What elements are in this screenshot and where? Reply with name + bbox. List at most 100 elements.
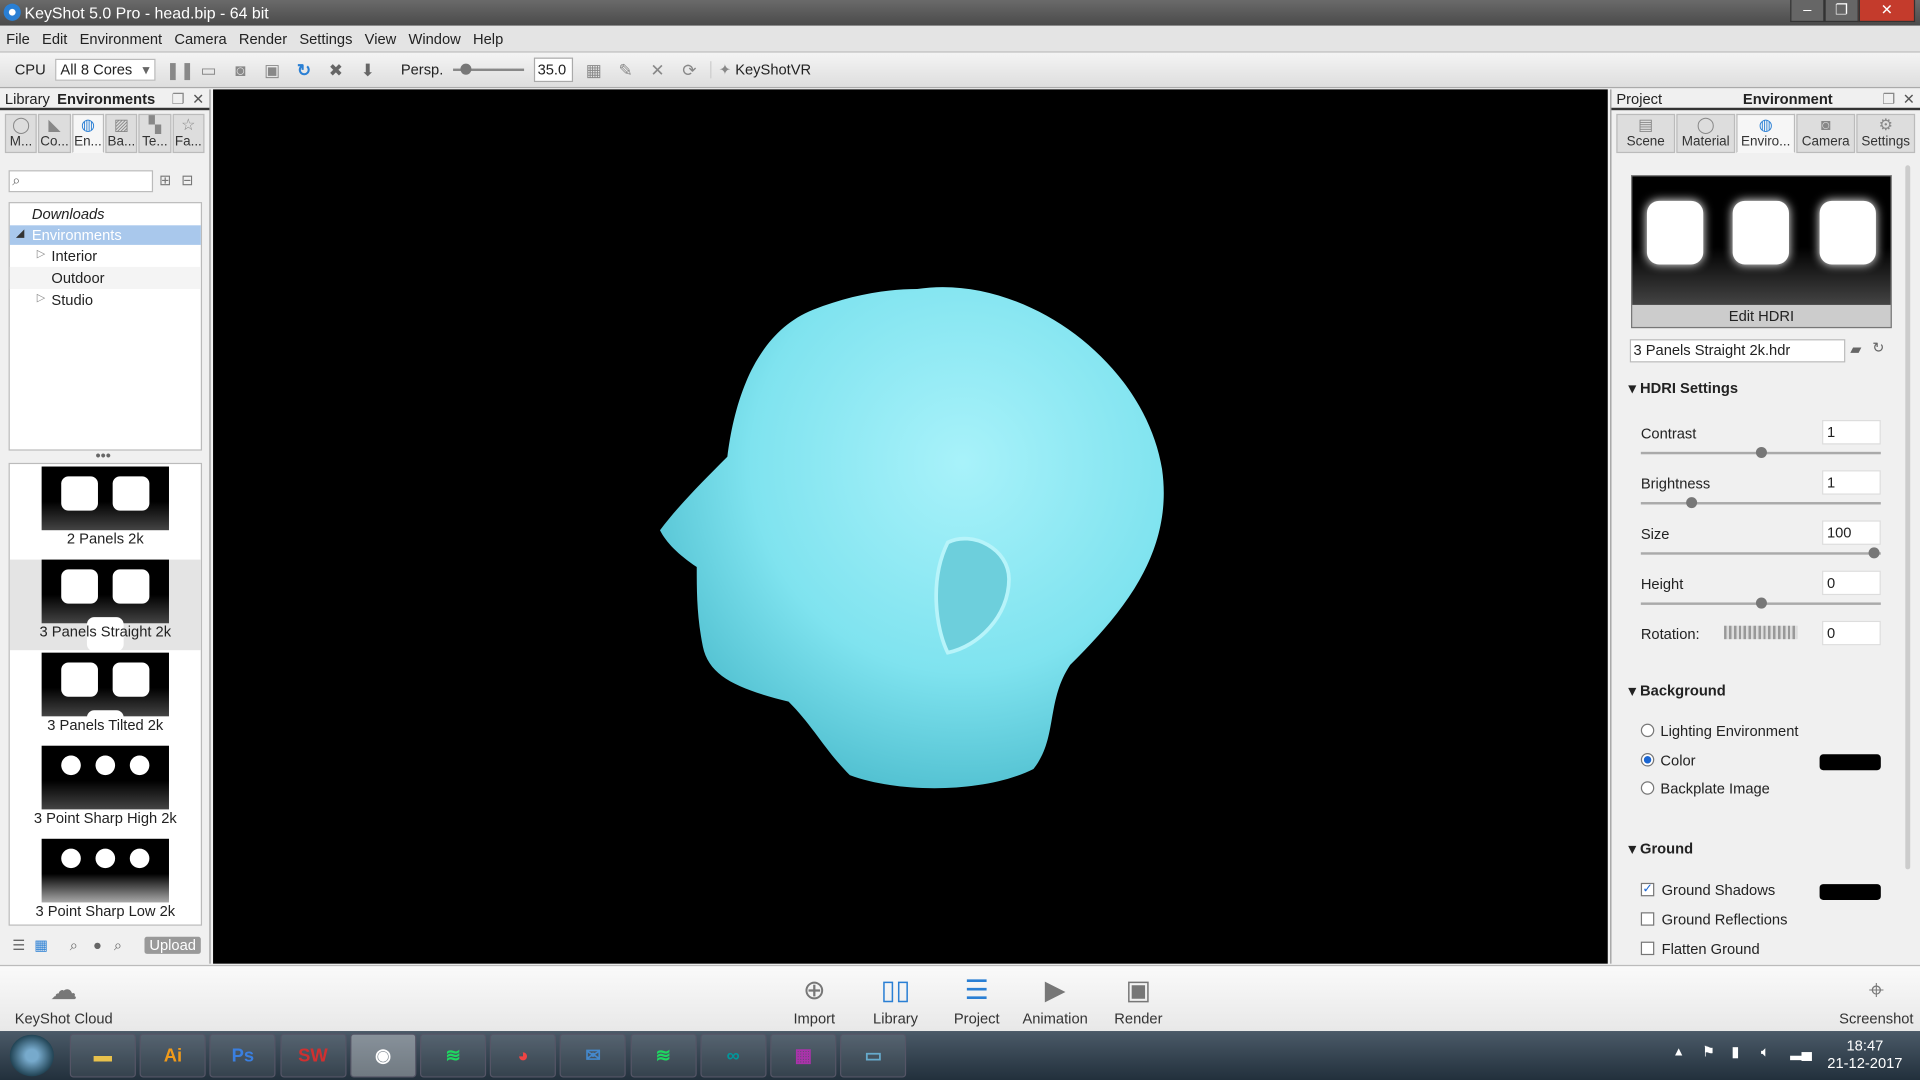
sync-icon[interactable]: ⟳ [678, 59, 700, 81]
clock[interactable]: 18:47 21-12-2017 [1822, 1037, 1908, 1071]
pen-icon[interactable]: ✎ [615, 59, 637, 81]
upload-button[interactable]: Upload [144, 936, 201, 954]
network-icon[interactable]: ▂▄ [1790, 1043, 1812, 1060]
render-button[interactable]: ▣ Render [1114, 971, 1162, 1028]
taskbar-app-keyshot[interactable]: ◉ [349, 1033, 417, 1078]
menu-view[interactable]: View [359, 30, 403, 47]
environment-thumbnail[interactable]: 2 Panels 2k [10, 466, 201, 558]
tab-textures[interactable]: ▚ Te... [138, 113, 171, 154]
tab-camera[interactable]: ◙ Camera [1796, 113, 1856, 154]
screenshot-icon[interactable]: ▭ [198, 59, 220, 81]
flatten-ground-checkbox[interactable] [1640, 941, 1655, 956]
radio-backplate-image[interactable] [1640, 781, 1655, 795]
camera-icon[interactable]: ◙ [229, 59, 251, 81]
size-slider[interactable] [1640, 547, 1881, 559]
zoom-in-icon[interactable]: ⌕ [114, 937, 122, 955]
size-dot-icon[interactable]: ● [93, 937, 102, 954]
tab-backplates[interactable]: ▨ Ba... [105, 113, 138, 154]
rotation-dial[interactable] [1724, 625, 1798, 640]
fov-slider[interactable] [453, 63, 525, 75]
cross-icon[interactable]: ✕ [647, 59, 669, 81]
pause-icon[interactable]: ❚❚ [166, 59, 195, 81]
brightness-input[interactable]: 1 [1822, 470, 1881, 495]
contrast-slider[interactable] [1640, 446, 1881, 458]
library-search-input[interactable] [8, 170, 154, 193]
environment-thumbnail[interactable]: 3 Point Sharp High 2k [10, 745, 201, 837]
undock-icon[interactable]: ❐ [172, 90, 185, 107]
taskbar-app-photos[interactable]: ▭ [840, 1033, 907, 1078]
splitter-handle[interactable]: ••• [96, 447, 111, 464]
taskbar-app-chrome[interactable]: ◕ [490, 1033, 557, 1078]
region-icon[interactable]: ▦ [583, 59, 605, 81]
maximize-button[interactable]: ❐ [1824, 0, 1859, 23]
menu-render[interactable]: Render [233, 30, 293, 47]
close-button[interactable]: ✕ [1858, 0, 1916, 23]
screenshot-button[interactable]: ⌖ Screenshot [1839, 971, 1913, 1028]
close-panel-icon[interactable]: ✕ [192, 90, 209, 107]
background-color-swatch[interactable] [1819, 754, 1881, 771]
taskbar-app-spotify[interactable]: ≋ [630, 1033, 697, 1078]
animation-button[interactable]: ▶ Animation [1022, 971, 1087, 1028]
tab-colors[interactable]: ◣ Co... [38, 113, 71, 154]
menu-camera[interactable]: Camera [168, 30, 233, 47]
expanded-icon[interactable]: ◢ [16, 227, 24, 240]
close-panel-icon[interactable]: ✕ [1903, 90, 1920, 107]
render-viewport[interactable] [213, 89, 1608, 964]
tab-material[interactable]: ◯ Material [1676, 113, 1736, 154]
cores-select[interactable]: All 8 Cores [55, 58, 156, 81]
background-header[interactable]: ▾ Background [1629, 682, 1726, 699]
edit-hdri-button[interactable]: Edit HDRI [1632, 305, 1890, 327]
library-tab-label[interactable]: Library [5, 90, 50, 107]
height-slider[interactable] [1640, 597, 1881, 609]
tree-item-environments[interactable]: ◢ Environments [9, 225, 201, 245]
collapsed-icon[interactable]: ▷ [37, 291, 45, 304]
environment-thumbnail[interactable]: 3 Point Sharp Low 2k [10, 838, 201, 925]
scrollbar[interactable] [1905, 165, 1911, 870]
lock-icon[interactable]: ▣ [261, 59, 283, 81]
menu-edit[interactable]: Edit [36, 30, 74, 47]
ground-header[interactable]: ▾ Ground [1629, 840, 1694, 857]
tab-environments[interactable]: ◍ En... [71, 113, 105, 154]
keyshotvr-button[interactable]: ✦ KeyShotVR [710, 61, 811, 79]
size-input[interactable]: 100 [1822, 520, 1881, 545]
taskbar-app-winrar[interactable]: ▦ [770, 1033, 837, 1078]
menu-help[interactable]: Help [467, 30, 509, 47]
taskbar-app-arduino[interactable]: ∞ [700, 1033, 767, 1078]
rotation-input[interactable]: 0 [1822, 620, 1881, 646]
minimize-button[interactable]: ‒ [1790, 0, 1825, 23]
folder-add-icon[interactable]: ⊞ [159, 171, 171, 188]
radio-lighting-environment[interactable] [1640, 723, 1655, 738]
menu-window[interactable]: Window [402, 30, 467, 47]
environment-thumbnail[interactable]: 3 Panels Straight 2k [9, 559, 201, 652]
menu-file[interactable]: File [0, 30, 36, 47]
reload-icon[interactable]: ↻ [1872, 339, 1884, 356]
drop-icon[interactable]: ⬇ [357, 59, 379, 81]
library-button[interactable]: ▯▯ Library [873, 971, 918, 1028]
tab-scene[interactable]: ▤ Scene [1616, 113, 1676, 154]
height-input[interactable]: 0 [1822, 570, 1881, 596]
folder-open-icon[interactable]: ▰ [1850, 340, 1861, 357]
keyshot-cloud-button[interactable]: ☁ KeyShot Cloud [15, 971, 113, 1028]
menu-settings[interactable]: Settings [293, 30, 358, 47]
fov-input[interactable]: 35.0 [533, 57, 574, 83]
radio-color[interactable] [1640, 753, 1655, 767]
import-button[interactable]: ⊕ Import [793, 971, 835, 1028]
ground-reflections-checkbox[interactable] [1640, 912, 1655, 926]
refresh-icon[interactable]: ↻ [293, 59, 315, 81]
project-button[interactable]: ☰ Project [954, 971, 1000, 1028]
ground-shadows-checkbox[interactable]: ✓ [1640, 882, 1655, 897]
taskbar-app-photoshop[interactable]: Ps [209, 1033, 276, 1078]
fit-icon[interactable]: ✖ [325, 59, 347, 81]
menu-environment[interactable]: Environment [74, 30, 169, 47]
taskbar-app-illustrator[interactable]: Ai [139, 1033, 206, 1078]
brightness-slider[interactable] [1640, 497, 1881, 509]
taskbar-app-explorer[interactable]: ▬ [69, 1033, 136, 1078]
tab-environment[interactable]: ◍ Enviro... [1736, 113, 1796, 154]
taskbar-app-thunderbird[interactable]: ✉ [560, 1033, 627, 1078]
tree-item-downloads[interactable]: Downloads [10, 203, 201, 225]
hdri-settings-header[interactable]: ▾ HDRI Settings [1629, 380, 1738, 397]
tray-arrow-icon[interactable]: ▲ [1673, 1046, 1685, 1059]
environment-thumbnail[interactable]: 3 Panels Tilted 2k [10, 652, 201, 745]
tab-favorites[interactable]: ☆ Fa... [172, 113, 205, 154]
start-button[interactable] [9, 1034, 54, 1077]
